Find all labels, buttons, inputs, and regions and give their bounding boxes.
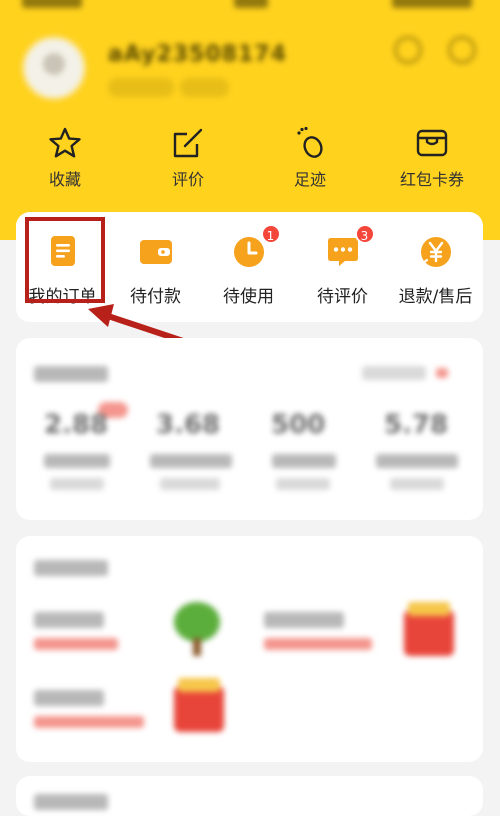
status-bar: [0, 0, 500, 14]
order-item-to-review[interactable]: 3 待评价: [296, 224, 389, 307]
quick-action-favorites[interactable]: 收藏: [15, 122, 115, 190]
assets-card: 2.88 3.68 500 5.78: [16, 338, 483, 520]
profile-subinfo: [108, 78, 235, 97]
quick-action-coupons[interactable]: 红包卡券: [382, 122, 482, 190]
star-icon: [15, 126, 115, 160]
more-card: [16, 776, 483, 816]
refund-yen-icon: [418, 234, 454, 270]
profile-header[interactable]: aAy23508174: [22, 36, 482, 116]
order-item-pending-payment[interactable]: 待付款: [109, 228, 202, 307]
clock-icon: 1: [231, 224, 281, 270]
quick-action-label: 评价: [171, 170, 204, 189]
quick-action-footprints[interactable]: 足迹: [260, 122, 360, 190]
order-count-badge: 1: [260, 224, 281, 244]
footprint-icon: [260, 126, 360, 160]
quick-action-label: 收藏: [48, 170, 81, 189]
order-item-refund[interactable]: 退款/售后: [389, 228, 482, 307]
avatar[interactable]: [22, 36, 86, 100]
quick-actions-row: 收藏 评价 足迹 红包卡券: [0, 122, 500, 202]
order-count-badge: 3: [354, 224, 375, 244]
activities-card: [16, 536, 483, 762]
order-label: 待评价: [317, 287, 368, 307]
wallet-card-icon: [382, 126, 482, 160]
settings-icon[interactable]: [394, 36, 422, 64]
service-icon[interactable]: [448, 36, 476, 64]
quick-action-label: 红包卡券: [399, 170, 464, 189]
annotation-highlight-box: [25, 217, 105, 303]
quick-action-reviews[interactable]: 评价: [138, 122, 238, 190]
wallet-icon: [138, 234, 174, 270]
order-item-to-use[interactable]: 1 待使用: [202, 224, 295, 307]
order-label: 待使用: [223, 287, 274, 307]
username: aAy23508174: [108, 42, 287, 67]
quick-action-label: 足迹: [293, 170, 326, 189]
order-label: 退款/售后: [398, 287, 473, 307]
chat-bubble-icon: 3: [325, 224, 375, 270]
edit-icon: [138, 126, 238, 160]
